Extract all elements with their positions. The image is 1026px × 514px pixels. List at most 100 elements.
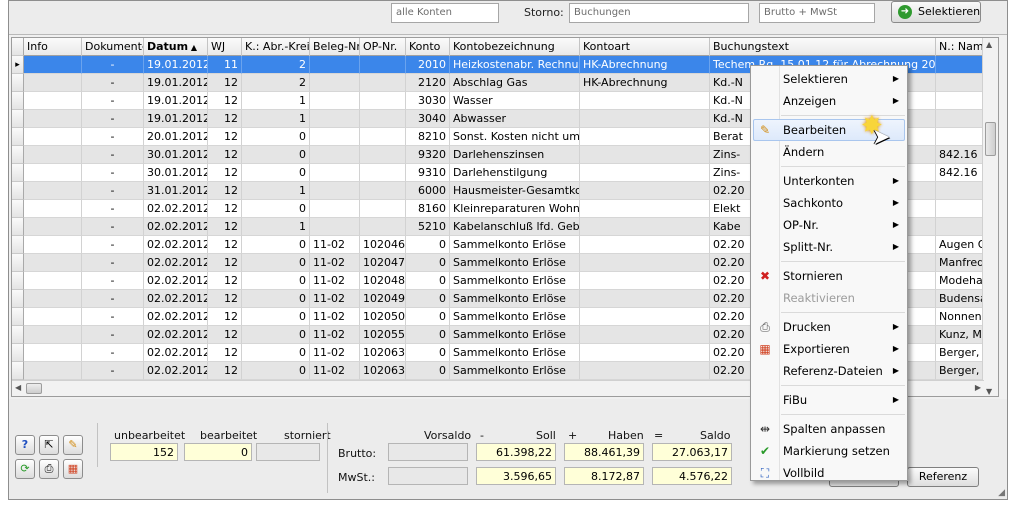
menu-item-vollbild[interactable]: ⛶ Vollbild — [751, 462, 907, 484]
row-header[interactable] — [12, 218, 24, 236]
cell-art — [580, 290, 710, 308]
cell-info — [24, 128, 82, 146]
storniert-label: storniert — [284, 429, 331, 442]
column-header-datum[interactable]: Datum ▲ — [144, 38, 208, 56]
cell-name: Nonnens — [936, 308, 986, 326]
cell-wj: 12 — [208, 272, 242, 290]
row-header[interactable] — [12, 110, 24, 128]
export-icon[interactable]: ▦ — [63, 459, 83, 479]
row-header[interactable] — [12, 236, 24, 254]
konto-filter-field[interactable]: alle Konten — [391, 3, 499, 23]
cell-kreis: 0 — [242, 164, 310, 182]
scroll-up-arrow-icon[interactable]: ▲ — [986, 40, 992, 49]
column-header-op[interactable]: OP-Nr. — [360, 38, 406, 56]
referenz-button[interactable]: Referenz — [907, 467, 979, 487]
menu-separator — [781, 312, 905, 313]
cell-info — [24, 200, 82, 218]
cursor-select-icon[interactable]: ⇱ — [39, 435, 59, 455]
row-header[interactable] — [12, 254, 24, 272]
menu-item-op-nr[interactable]: OP-Nr. ▶ — [751, 214, 907, 236]
menu-item-anzeigen[interactable]: Anzeigen ▶ — [751, 90, 907, 112]
column-header-beleg[interactable]: Beleg-Nr. — [310, 38, 360, 56]
column-header-kreis[interactable]: K.: Abr.-Kreis — [242, 38, 310, 56]
menu-item-label: Sachkonto — [783, 196, 844, 210]
row-header[interactable] — [12, 92, 24, 110]
column-header-wj[interactable]: WJ — [208, 38, 242, 56]
menu-separator — [781, 166, 905, 167]
cell-beleg: 11-02 — [310, 344, 360, 362]
menu-item-exportieren[interactable]: ▦ Exportieren ▶ — [751, 338, 907, 360]
selektieren-button[interactable]: ➜ Selektieren — [891, 1, 981, 23]
minus-sign: - — [480, 429, 484, 442]
row-header[interactable] — [12, 200, 24, 218]
row-header[interactable] — [12, 74, 24, 92]
export-icon: ▦ — [759, 342, 771, 356]
menu-item-drucken[interactable]: ⎙ Drucken ▶ — [751, 316, 907, 338]
scroll-left-arrow-icon[interactable]: ◀ — [15, 383, 21, 392]
cell-kreis: 0 — [242, 326, 310, 344]
cell-op — [360, 146, 406, 164]
menu-item-markierung-setzen[interactable]: ✔ Markierung setzen — [751, 440, 907, 462]
cell-beleg — [310, 74, 360, 92]
vertical-scrollbar[interactable]: ▲ ▼ — [982, 38, 998, 396]
cell-info — [24, 254, 82, 272]
row-header[interactable] — [12, 146, 24, 164]
row-header[interactable] — [12, 182, 24, 200]
cell-art — [580, 344, 710, 362]
column-header-text[interactable]: Buchungstext — [710, 38, 936, 56]
column-header-art[interactable]: Kontoart — [580, 38, 710, 56]
horizontal-scroll-thumb[interactable] — [26, 383, 42, 394]
cell-name — [936, 110, 986, 128]
cell-name — [936, 182, 986, 200]
cell-name: 842.16 — [936, 164, 986, 182]
menu-item-sachkonto[interactable]: Sachkonto ▶ — [751, 192, 907, 214]
menu-item-spalten-anpassen[interactable]: ⇹ Spalten anpassen — [751, 418, 907, 440]
cell-art — [580, 272, 710, 290]
help-icon[interactable]: ? — [15, 435, 35, 455]
column-header-dok[interactable]: Dokumente — [82, 38, 144, 56]
menu-item-referenz-dateien[interactable]: Referenz-Dateien ▶ — [751, 360, 907, 382]
cell-wj: 12 — [208, 182, 242, 200]
printer-icon[interactable]: ⎙ — [39, 459, 59, 479]
cell-bez: Kabelanschluß lfd. Gebühr — [450, 218, 580, 236]
menu-item-selektieren[interactable]: Selektieren ▶ — [751, 68, 907, 90]
cell-art — [580, 362, 710, 380]
menu-item-fibu[interactable]: FiBu ▶ — [751, 389, 907, 411]
main-window: alle Konten Storno: Buchungen Brutto + M… — [8, 0, 1008, 500]
column-header-konto[interactable]: Konto — [406, 38, 450, 56]
cell-dok: - — [82, 326, 144, 344]
row-header[interactable] — [12, 290, 24, 308]
cell-beleg: 11-02 — [310, 326, 360, 344]
cell-bez: Sammelkonto Erlöse — [450, 290, 580, 308]
brutto-filter-field[interactable]: Brutto + MwSt — [759, 3, 875, 23]
scroll-right-arrow-icon[interactable]: ▶ — [975, 383, 981, 392]
scroll-down-arrow-icon[interactable]: ▼ — [986, 387, 992, 396]
row-header[interactable] — [12, 128, 24, 146]
row-header[interactable] — [12, 164, 24, 182]
menu-item-splitt-nr[interactable]: Splitt-Nr. ▶ — [751, 236, 907, 258]
resize-grip-icon[interactable]: ◢ — [998, 488, 1005, 498]
row-pointer-icon[interactable]: ▸ — [12, 56, 24, 74]
cell-datum: 02.02.2012 — [144, 362, 208, 380]
row-header[interactable] — [12, 272, 24, 290]
column-header-name[interactable]: N.: Name — [936, 38, 986, 56]
haben-label: Haben — [608, 429, 644, 442]
refresh-icon[interactable]: ⟳ — [15, 459, 35, 479]
row-header[interactable] — [12, 362, 24, 380]
menu-item-stornieren[interactable]: ✖ Stornieren — [751, 265, 907, 287]
menu-item-unterkonten[interactable]: Unterkonten ▶ — [751, 170, 907, 192]
pencil-icon[interactable]: ✎ — [63, 435, 83, 455]
column-header-info[interactable]: Info — [24, 38, 82, 56]
vertical-scroll-thumb[interactable] — [985, 122, 996, 156]
cell-wj: 12 — [208, 362, 242, 380]
row-header[interactable] — [12, 326, 24, 344]
menu-item-label: Exportieren — [783, 342, 850, 356]
cell-dok: - — [82, 218, 144, 236]
row-header[interactable] — [12, 308, 24, 326]
cell-art — [580, 326, 710, 344]
storno-filter-field[interactable]: Buchungen — [569, 3, 749, 23]
printer-icon: ⎙ — [760, 320, 770, 334]
row-header[interactable] — [12, 344, 24, 362]
column-header-bez[interactable]: Kontobezeichnung — [450, 38, 580, 56]
cell-beleg — [310, 146, 360, 164]
